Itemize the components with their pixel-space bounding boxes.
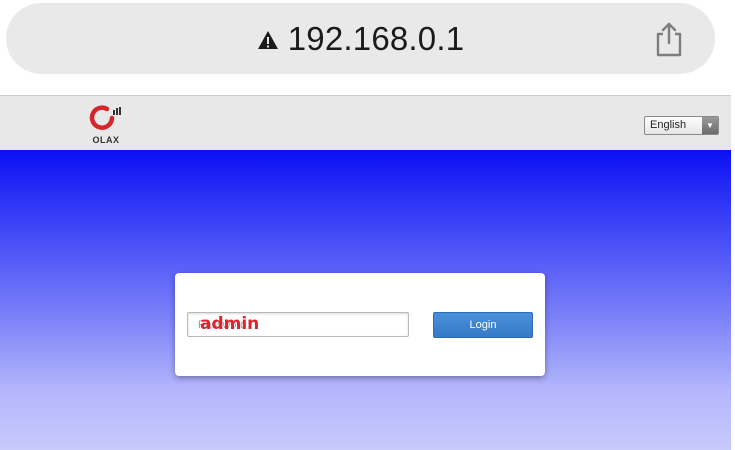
password-entered-text: admin [200, 314, 260, 334]
password-input[interactable]: Password admin [187, 312, 409, 337]
router-page: OLAX English ▼ Password admin Login [0, 95, 731, 450]
chevron-down-icon[interactable]: ▼ [702, 117, 718, 134]
olax-logo: OLAX [88, 104, 128, 145]
olax-logo-icon [89, 105, 121, 130]
language-selected-value: English [650, 119, 687, 131]
address-bar[interactable]: 192.168.0.1 [6, 3, 715, 74]
language-select[interactable]: English ▼ [644, 116, 719, 135]
url-text[interactable]: 192.168.0.1 [288, 20, 465, 58]
url-group[interactable]: 192.168.0.1 [6, 3, 715, 74]
logo-text: OLAX [92, 135, 120, 145]
page-header: OLAX English ▼ [0, 95, 731, 151]
login-background: Password admin Login [0, 150, 731, 450]
screen: 192.168.0.1 OLAX English ▼ Password admi… [0, 0, 735, 450]
share-icon[interactable] [653, 21, 685, 57]
login-button[interactable]: Login [433, 312, 533, 338]
login-card: Password admin Login [175, 273, 545, 376]
warning-triangle-icon [257, 30, 278, 49]
